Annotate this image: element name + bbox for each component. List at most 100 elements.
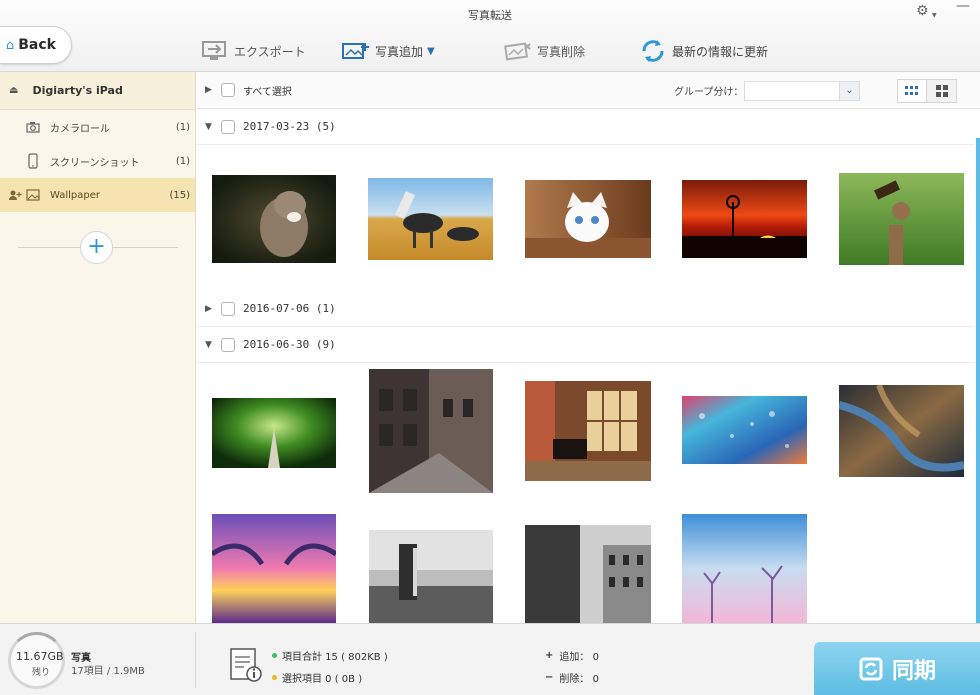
shared-user-icon — [8, 188, 22, 202]
window-title: 写真転送 — [468, 9, 512, 22]
group-date-label: 2016-07-06 (1) — [243, 302, 336, 315]
group-checkbox[interactable] — [221, 301, 235, 316]
collapse-icon[interactable]: ▼ — [205, 340, 217, 350]
sidebar-item-count: (1) — [175, 121, 190, 133]
export-label: エクスポート — [234, 44, 306, 59]
group-header[interactable]: ▼ 2016-06-30 (9) — [197, 327, 974, 363]
photo-thumbnail[interactable] — [839, 173, 964, 265]
minimize-icon[interactable]: — — [956, 0, 972, 15]
camera-icon — [26, 120, 40, 134]
sidebar-item-screenshots[interactable]: スクリーンショット (1) — [0, 144, 195, 178]
sidebar: ⏏ Digiarty's iPad カメラロール (1) スクリーンショット (… — [0, 72, 196, 623]
group-checkbox[interactable] — [221, 119, 235, 134]
dropdown-caret-icon[interactable]: ▼ — [427, 46, 435, 57]
photo-thumbnail[interactable] — [682, 396, 807, 464]
add-count-stat: + 追加： 0 — [545, 648, 599, 663]
toolbar: 写真転送 ⚙ ▼ — ⌂ Back エクスポート 写真追加 ▼ 写真削除 最新の… — [0, 0, 980, 72]
sidebar-item-count: (15) — [169, 189, 190, 201]
status-bar: 11.67GB 残り 写真 17項目 / 1.9MB 項目合計 15 ( 802… — [0, 623, 980, 695]
scrollbar[interactable] — [976, 138, 980, 623]
minus-icon: − — [545, 672, 554, 683]
photo-thumbnail[interactable] — [525, 180, 651, 258]
selection-bar: ▶ すべて選択 グループ分け： ⌄ — [197, 72, 980, 109]
select-all-checkbox[interactable] — [221, 83, 235, 97]
refresh-button[interactable]: 最新の情報に更新 — [638, 36, 768, 66]
photo-thumbnail[interactable] — [212, 398, 336, 468]
delete-photo-button[interactable]: 写真削除 — [503, 36, 585, 66]
small-grid-icon — [905, 86, 918, 95]
back-button[interactable]: ⌂ Back — [0, 26, 72, 64]
total-dot — [272, 653, 277, 658]
group-header[interactable]: ▶ 2016-07-06 (1) — [197, 291, 974, 327]
total-items-stat: 項目合計 15 ( 802KB ) — [272, 648, 388, 663]
photo-thumbnail[interactable] — [212, 514, 336, 623]
divider — [195, 632, 196, 688]
expand-icon[interactable]: ▶ — [205, 304, 217, 314]
photo-thumbnail[interactable] — [368, 178, 493, 260]
selected-items-stat: 選択項目 0 ( 0B ) — [272, 670, 362, 685]
sidebar-item-label: カメラロール — [50, 123, 110, 135]
expand-all-icon[interactable]: ▶ — [205, 85, 217, 95]
delete-count-label: 削除： 0 — [559, 674, 599, 685]
device-name: Digiarty's iPad — [32, 84, 123, 97]
add-count-label: 追加： 0 — [559, 652, 599, 663]
photo-thumbnail[interactable] — [212, 175, 336, 263]
free-label: 残り — [32, 668, 51, 678]
select-all-label: すべて選択 — [243, 86, 292, 98]
photo-thumbnail[interactable] — [682, 180, 807, 258]
add-photo-icon — [341, 39, 371, 63]
total-items-label: 項目合計 15 ( 802KB ) — [282, 652, 388, 663]
sync-button[interactable]: 同期 — [814, 642, 980, 695]
delete-photo-label: 写真削除 — [537, 44, 586, 59]
photo-thumbnail[interactable] — [369, 369, 493, 493]
selected-dot — [272, 675, 277, 680]
refresh-icon — [638, 39, 668, 63]
group-by-label: グループ分け： — [674, 87, 744, 98]
add-album-button[interactable]: + — [80, 231, 113, 264]
photo-thumbnail[interactable] — [525, 525, 651, 623]
photo-thumbnail[interactable] — [839, 385, 964, 477]
home-icon: ⌂ — [6, 37, 15, 53]
photo-grid-panel: ▶ すべて選択 グループ分け： ⌄ ▼ 2017-03-23 (5) ▶ 201… — [197, 72, 980, 623]
collapse-icon[interactable]: ▼ — [205, 122, 217, 132]
photo-thumbnail[interactable] — [682, 514, 807, 623]
sync-icon — [859, 657, 883, 681]
category-stats: 17項目 / 1.9MB — [71, 666, 145, 677]
selected-items-label: 選択項目 0 ( 0B ) — [282, 674, 363, 685]
group-date-label: 2016-06-30 (9) — [243, 338, 336, 351]
sidebar-item-count: (1) — [175, 155, 190, 167]
sidebar-item-label: スクリーンショット — [50, 157, 140, 169]
photo-thumbnail[interactable] — [525, 381, 651, 481]
delete-count-stat: − 削除： 0 — [545, 670, 599, 685]
group-checkbox[interactable] — [221, 337, 235, 352]
back-label: Back — [18, 37, 56, 53]
eject-icon[interactable]: ⏏ — [9, 85, 18, 96]
document-info-icon — [230, 648, 262, 682]
device-header[interactable]: ⏏ Digiarty's iPad — [0, 72, 195, 110]
sidebar-item-camera-roll[interactable]: カメラロール (1) — [0, 110, 195, 144]
sync-label: 同期 — [891, 659, 936, 684]
large-grid-view-button[interactable] — [927, 80, 956, 102]
refresh-label: 最新の情報に更新 — [672, 44, 769, 59]
view-toggle — [897, 79, 957, 103]
phone-icon — [26, 153, 40, 169]
group-header[interactable]: ▼ 2017-03-23 (5) — [197, 109, 974, 145]
sidebar-item-wallpaper[interactable]: Wallpaper (15) — [0, 178, 195, 212]
chevron-down-icon[interactable]: ⌄ — [839, 82, 859, 100]
thumbnail-row — [197, 145, 980, 291]
group-by-select[interactable]: ⌄ — [744, 81, 860, 101]
thumbnail-grid — [197, 363, 980, 623]
export-icon — [200, 39, 230, 63]
group-date-label: 2017-03-23 (5) — [243, 120, 336, 133]
free-space: 11.67GB — [16, 650, 64, 663]
delete-photo-icon — [503, 39, 533, 63]
settings-caret-icon[interactable]: ▼ — [932, 12, 937, 19]
add-album-area: + — [0, 212, 195, 282]
export-button[interactable]: エクスポート — [200, 36, 306, 66]
add-photo-button[interactable]: 写真追加 ▼ — [341, 36, 435, 66]
small-grid-view-button[interactable] — [898, 80, 928, 102]
plus-icon: + — [545, 650, 554, 661]
large-grid-icon — [935, 85, 948, 97]
photo-thumbnail[interactable] — [369, 530, 493, 623]
image-icon — [26, 188, 40, 202]
